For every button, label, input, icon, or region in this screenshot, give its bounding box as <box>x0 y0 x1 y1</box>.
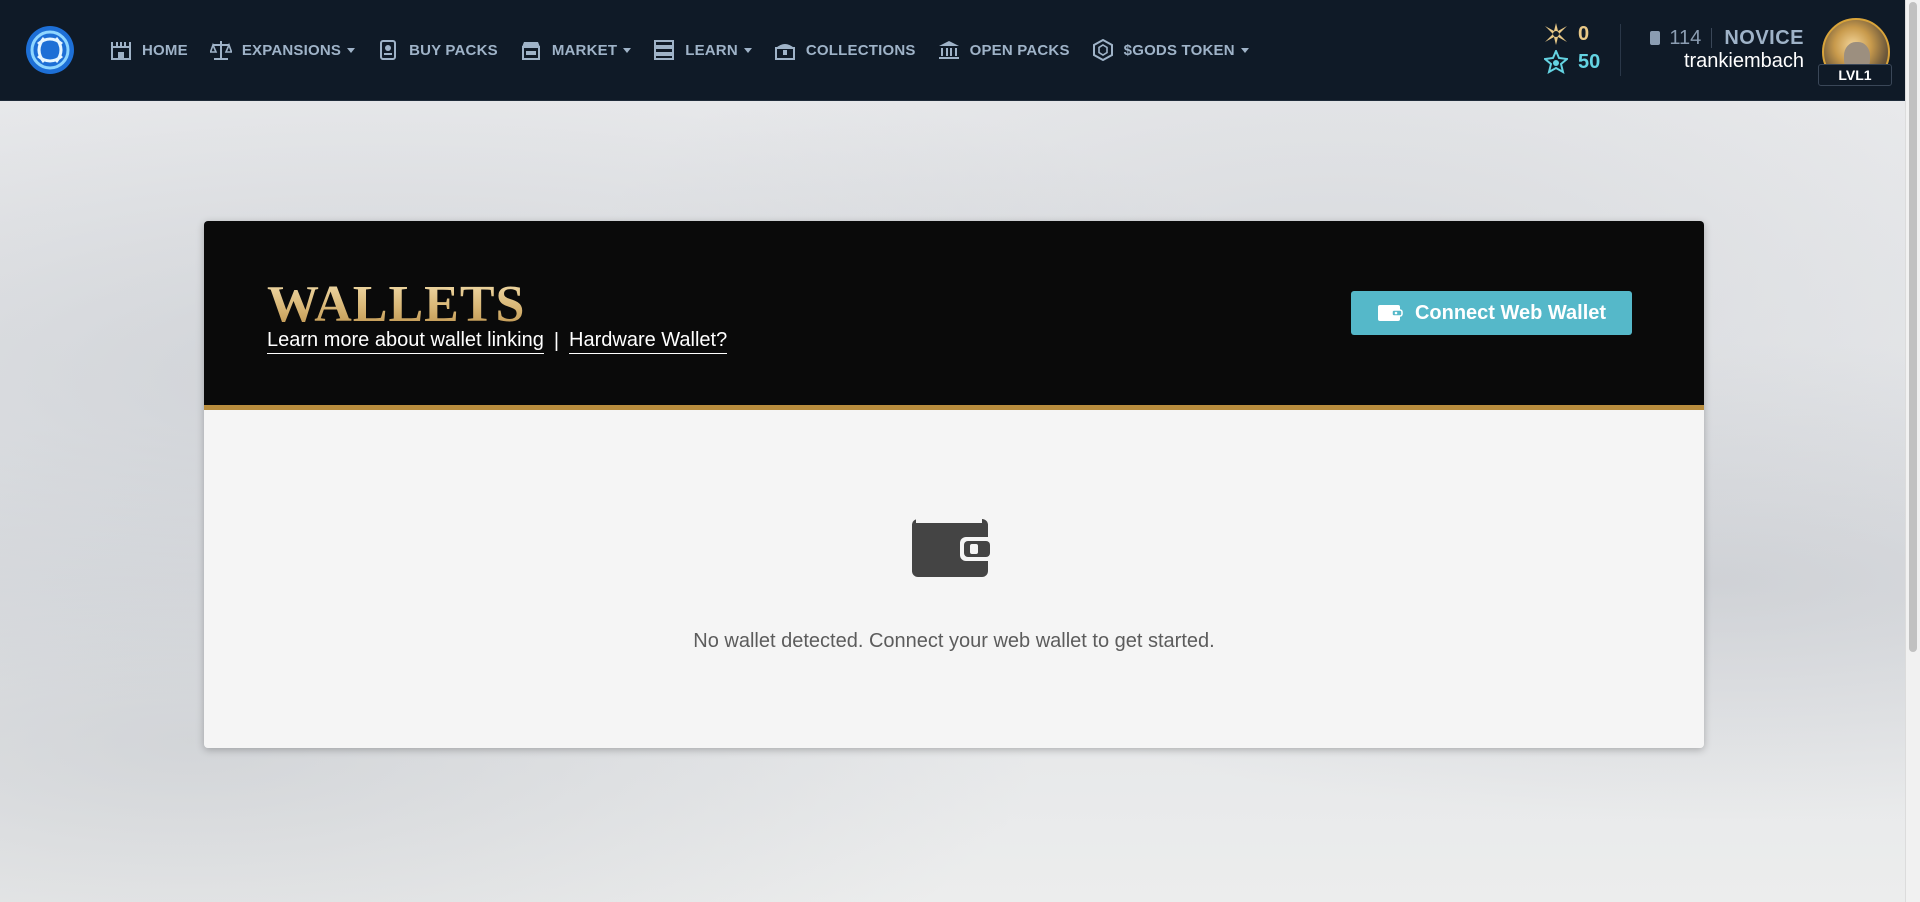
user-avatar[interactable]: LVL1 <box>1818 18 1892 86</box>
star-amount: 50 <box>1578 50 1601 73</box>
gods-unchained-logo[interactable] <box>24 24 76 76</box>
scales-icon <box>209 41 232 60</box>
nav-gods-token[interactable]: $GODS TOKEN <box>1092 0 1249 100</box>
nav-open-packs-label: OPEN PACKS <box>969 41 1070 59</box>
nav-expansions-label: EXPANSIONS <box>241 41 342 59</box>
nav-collections-label: COLLECTIONS <box>805 41 916 59</box>
connect-web-wallet-label: Connect Web Wallet <box>1414 301 1607 324</box>
bank-icon <box>938 41 959 59</box>
flux-balance[interactable]: 0 <box>1544 20 1624 48</box>
user-info[interactable]: 114 NOVICE trankiembach <box>1640 22 1804 78</box>
nav-home-label: HOME <box>142 41 188 59</box>
home-icon <box>111 42 131 60</box>
empty-wallet-message: No wallet detected. Connect your web wal… <box>693 630 1215 652</box>
chevron-down-icon <box>743 47 752 53</box>
card-icon <box>1650 31 1661 45</box>
page-scrollbar[interactable] <box>1905 0 1920 902</box>
scrollbar-thumb[interactable] <box>1909 2 1917 652</box>
wallets-body: No wallet detected. Connect your web wal… <box>204 410 1704 748</box>
nav-buy-packs-label: BUY PACKS <box>409 41 498 59</box>
top-navbar: HOME EXPANSIONS BUY PACKS MARKET LEARN C… <box>0 0 1906 101</box>
rank-label: NOVICE <box>1724 26 1804 49</box>
learn-wallet-linking-link[interactable]: Learn more about wallet linking <box>267 329 544 354</box>
nav-open-packs[interactable]: OPEN PACKS <box>938 0 1070 100</box>
wallet-empty-icon <box>912 519 994 577</box>
rank-divider <box>1711 28 1713 48</box>
link-separator: | <box>553 330 560 352</box>
main-nav: HOME EXPANSIONS BUY PACKS MARKET LEARN C… <box>110 0 1271 100</box>
connect-web-wallet-button[interactable]: Connect Web Wallet <box>1351 291 1632 335</box>
nav-learn[interactable]: LEARN <box>653 0 752 100</box>
wallets-header: WALLETS Learn more about wallet linking … <box>204 221 1704 410</box>
star-icon <box>1544 50 1568 74</box>
token-icon <box>1092 39 1113 61</box>
learn-icon <box>654 40 675 60</box>
nav-home[interactable]: HOME <box>110 0 188 100</box>
market-icon <box>521 42 540 60</box>
flux-amount: 0 <box>1578 22 1590 45</box>
chevron-down-icon <box>623 47 632 53</box>
header-divider <box>1620 24 1621 76</box>
card-count: 114 <box>1669 26 1702 49</box>
nav-expansions[interactable]: EXPANSIONS <box>209 0 356 100</box>
nav-market[interactable]: MARKET <box>520 0 632 100</box>
chevron-down-icon <box>1240 47 1249 53</box>
chest-icon <box>774 44 795 60</box>
nav-gods-token-label: $GODS TOKEN <box>1123 41 1235 59</box>
wallet-links: Learn more about wallet linking | Hardwa… <box>267 329 728 354</box>
wallet-icon <box>1377 305 1403 321</box>
hardware-wallet-link[interactable]: Hardware Wallet? <box>569 329 728 354</box>
pack-icon <box>380 40 397 60</box>
wallets-card: WALLETS Learn more about wallet linking … <box>204 221 1704 748</box>
username: trankiembach <box>1683 50 1804 72</box>
nav-collections[interactable]: COLLECTIONS <box>774 0 916 100</box>
page-title: WALLETS <box>267 276 526 333</box>
level-badge: LVL1 <box>1818 64 1892 86</box>
rank-row: 114 NOVICE <box>1649 24 1804 52</box>
nav-market-label: MARKET <box>551 41 618 59</box>
flux-icon <box>1545 23 1567 45</box>
currency-panel: 0 50 <box>1544 20 1624 80</box>
nav-learn-label: LEARN <box>685 41 738 59</box>
nav-buy-packs[interactable]: BUY PACKS <box>377 0 498 100</box>
star-balance[interactable]: 50 <box>1544 48 1624 76</box>
chevron-down-icon <box>347 47 356 53</box>
